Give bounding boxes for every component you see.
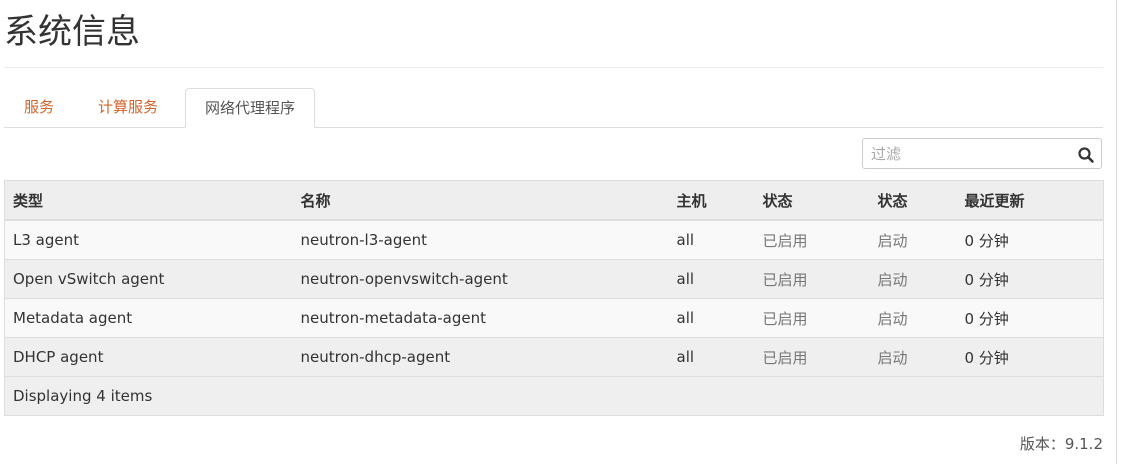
column-header-host[interactable]: 主机 [668,180,755,221]
item-count: Displaying 4 items [4,376,1104,416]
tab-network-agents[interactable]: 网络代理程序 [185,88,316,128]
table-row: DHCP agent neutron-dhcp-agent all 已启用 启动… [4,337,1104,377]
table-header-row: 类型 名称 主机 状态 状态 最近更新 [4,180,1104,221]
table-row: Metadata agent neutron-metadata-agent al… [4,298,1104,338]
table-footer-row: Displaying 4 items [4,376,1104,416]
cell-type: Open vSwitch agent [4,259,293,299]
table-row: Open vSwitch agent neutron-openvswitch-a… [4,259,1104,299]
page-title: 系统信息 [4,12,140,52]
table-row: L3 agent neutron-l3-agent all 已启用 启动 0 分… [4,219,1104,260]
search-icon[interactable] [1077,146,1095,164]
cell-state: 启动 [869,259,957,299]
cell-last-updated: 0 分钟 [956,259,1104,299]
version-label: 版本：9.1.2 [1019,435,1103,453]
filter-input[interactable] [871,143,1067,165]
cell-type: DHCP agent [4,337,293,377]
cell-name: neutron-metadata-agent [292,298,669,338]
cell-name: neutron-l3-agent [292,219,669,260]
cell-host: all [668,259,755,299]
cell-state: 启动 [869,219,957,260]
page-right-border [1116,0,1117,464]
title-divider [4,67,1103,68]
cell-last-updated: 0 分钟 [956,298,1104,338]
tab-compute-services[interactable]: 计算服务 [98,88,158,128]
cell-state: 启动 [869,298,957,338]
cell-status: 已启用 [754,259,870,299]
cell-state: 启动 [869,337,957,377]
cell-status: 已启用 [754,219,870,260]
cell-last-updated: 0 分钟 [956,337,1104,377]
cell-host: all [668,219,755,260]
tab-bar: 服务 计算服务 网络代理程序 [4,88,1103,128]
agents-table-container: 类型 名称 主机 状态 状态 最近更新 L3 agent neutron-l3-… [4,180,1104,416]
tab-bar-underline [4,127,1103,128]
cell-host: all [668,298,755,338]
tab-services[interactable]: 服务 [24,88,54,128]
cell-type: Metadata agent [4,298,293,338]
cell-last-updated: 0 分钟 [956,219,1104,260]
agents-table: 类型 名称 主机 状态 状态 最近更新 L3 agent neutron-l3-… [4,180,1104,416]
column-header-status[interactable]: 状态 [754,180,870,221]
cell-host: all [668,337,755,377]
column-header-type[interactable]: 类型 [4,180,293,221]
cell-status: 已启用 [754,337,870,377]
cell-type: L3 agent [4,219,293,260]
column-header-name[interactable]: 名称 [292,180,669,221]
column-header-state[interactable]: 状态 [869,180,957,221]
filter-box [862,138,1102,169]
column-header-last-updated[interactable]: 最近更新 [956,180,1104,221]
cell-name: neutron-openvswitch-agent [292,259,669,299]
cell-status: 已启用 [754,298,870,338]
cell-name: neutron-dhcp-agent [292,337,669,377]
